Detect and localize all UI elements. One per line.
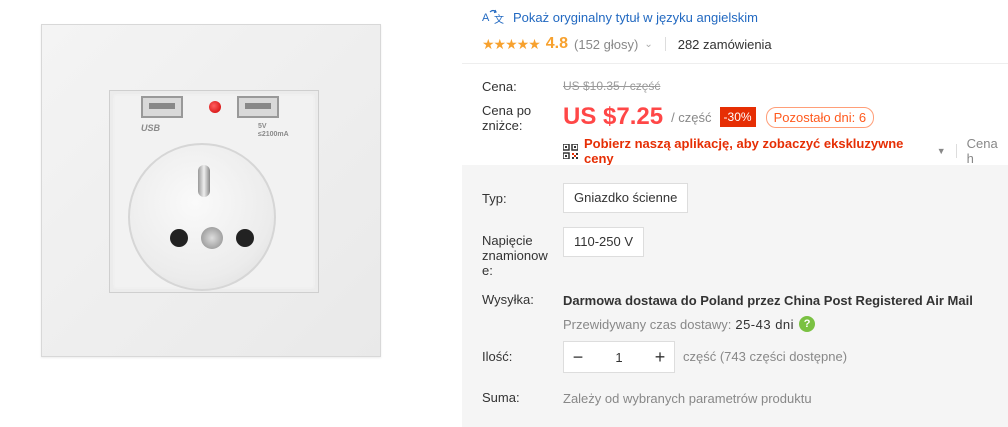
quantity-stepper: − 1 + <box>563 341 675 373</box>
discount-price-label-line2: zniżce: <box>482 118 523 133</box>
power-socket <box>128 143 276 291</box>
delivery-estimate-value: 25-43 dni <box>735 316 795 332</box>
type-label: Typ: <box>482 191 507 206</box>
voltage-label-line2: znamionow <box>482 248 548 263</box>
discount-price: US $7.25 <box>563 103 664 130</box>
discount-badge: -30% <box>719 107 756 127</box>
help-icon[interactable]: ? <box>799 316 816 332</box>
qr-code-icon <box>562 142 579 160</box>
voltage-label: Napięcie znamionow e: <box>482 233 548 278</box>
socket-insert: USB 5V ≤2100mA <box>109 90 319 293</box>
earth-pin <box>198 165 210 197</box>
rating-row: ★★★★★ 4.8 (152 głosy) ⌄ 282 zamówienia <box>482 35 772 53</box>
translate-icon: A 文 <box>482 9 504 25</box>
shipping-destination: Poland przez China Post Registered Air M… <box>700 293 973 308</box>
discount-price-label-line1: Cena po <box>482 103 532 118</box>
translate-title-text: Pokaż oryginalny tytuł w języku angielsk… <box>513 9 758 25</box>
orders-count: 282 zamówienia <box>677 36 772 52</box>
indicator-led <box>209 101 221 113</box>
quantity-increase-button[interactable]: + <box>646 342 674 372</box>
original-price-label: Cena: <box>482 79 517 94</box>
divider <box>955 144 957 158</box>
total-value: Zależy od wybranych parametrów produktu <box>563 391 812 406</box>
usb-label: USB <box>141 123 161 133</box>
total-label: Suma: <box>482 390 520 405</box>
chevron-down-icon[interactable]: ⌄ <box>644 39 652 50</box>
caret-down-icon[interactable]: ▼ <box>937 146 946 156</box>
usb-port-left <box>141 96 183 118</box>
quantity-decrease-button[interactable]: − <box>564 342 592 372</box>
rating-value: 4.8 <box>545 35 569 52</box>
discount-price-label: Cena po zniżce: <box>482 103 531 133</box>
usb-voltage-text: 5V <box>258 123 267 130</box>
voltage-label-line3: e: <box>482 263 493 278</box>
shipping-method[interactable]: Darmowa dostawa do Poland przez China Po… <box>563 293 973 308</box>
quantity-input[interactable]: 1 <box>592 350 646 365</box>
rating-count-link[interactable]: (152 głosy) <box>574 37 638 52</box>
usb-port-right <box>237 96 279 118</box>
product-page: USB 5V ≤2100mA A 文 Pokaż oryginalny tytu… <box>0 0 1008 427</box>
socket-plate: USB 5V ≤2100mA <box>41 24 381 357</box>
delivery-estimate: Przewidywany czas dostawy: 25-43 dni ? <box>563 316 816 332</box>
divider <box>664 37 666 51</box>
original-price: US $10.35 / część <box>563 79 661 93</box>
svg-text:A: A <box>482 12 490 24</box>
delivery-estimate-label: Przewidywany czas dostawy: <box>563 316 732 332</box>
voltage-label-line1: Napięcie <box>482 233 533 248</box>
star-rating-icon: ★★★★★ <box>482 35 541 52</box>
app-promo-row: Pobierz naszą aplikację, aby zobaczyć ek… <box>562 136 1008 166</box>
days-left-badge: Pozostało dni: 6 <box>765 106 875 128</box>
free-shipping-text: Darmowa dostawa do <box>563 293 697 308</box>
center-screw <box>201 227 223 249</box>
usb-spec-label: 5V ≤2100mA <box>258 123 289 139</box>
usb-current-text: ≤2100mA <box>258 131 289 138</box>
socket-hole-left <box>170 229 188 247</box>
per-unit-label: / część <box>671 109 712 125</box>
product-image[interactable]: USB 5V ≤2100mA <box>0 0 462 427</box>
quantity-label: Ilość: <box>482 349 513 364</box>
price-history-link[interactable]: Cena h <box>967 136 1008 166</box>
discount-price-row: US $7.25 / część -30% Pozostało dni: 6 <box>563 103 875 131</box>
product-info: A 文 Pokaż oryginalny tytuł w języku angi… <box>462 0 1008 427</box>
section-divider <box>462 63 1008 64</box>
svg-text:文: 文 <box>494 13 504 25</box>
quantity-availability: część (743 części dostępne) <box>683 349 848 364</box>
app-promo-link[interactable]: Pobierz naszą aplikację, aby zobaczyć ek… <box>584 136 932 166</box>
shipping-label: Wysyłka: <box>482 292 534 307</box>
translate-title-link[interactable]: A 文 Pokaż oryginalny tytuł w języku angi… <box>482 9 758 26</box>
type-option-button[interactable]: Gniazdko ścienne <box>563 183 689 213</box>
socket-hole-right <box>236 229 254 247</box>
voltage-option-button[interactable]: 110-250 V <box>563 227 645 257</box>
